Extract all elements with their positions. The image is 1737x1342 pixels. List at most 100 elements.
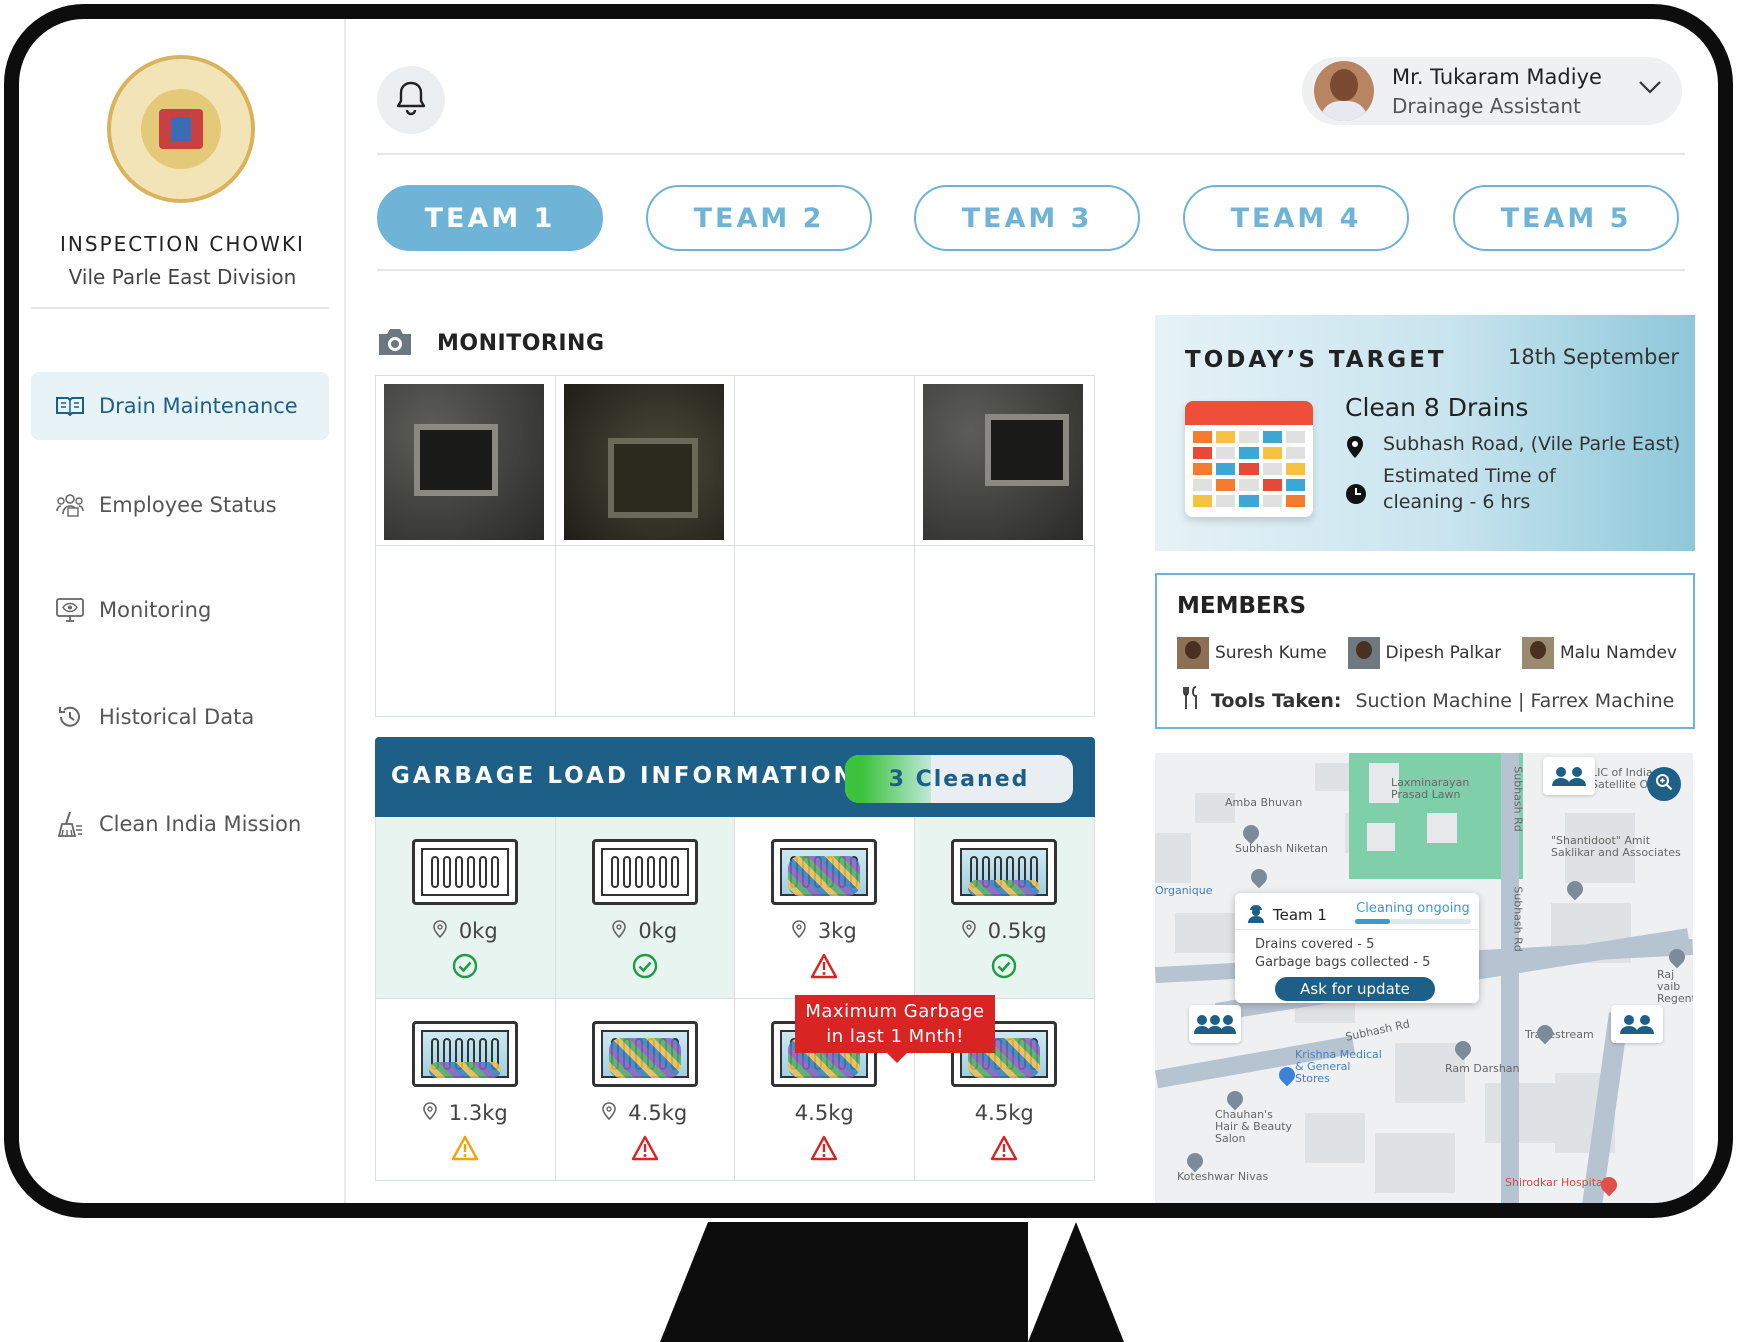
camera-feed-5[interactable] <box>376 546 556 716</box>
location-pin-icon <box>433 919 447 943</box>
tab-team-2[interactable]: TEAM 2 <box>646 185 872 251</box>
sidebar-item-employee-status[interactable]: Employee Status <box>31 471 329 539</box>
tools-icon <box>1181 685 1201 716</box>
location-pin-icon <box>612 919 627 943</box>
drain-grate-icon <box>412 839 518 905</box>
camera-feed-1[interactable] <box>376 376 556 546</box>
monitor-stand-right <box>1028 1222 1124 1342</box>
drain-status-cell[interactable]: 3kg <box>735 817 915 999</box>
avatar <box>1314 61 1374 121</box>
garbage-weight: 4.5kg <box>974 1100 1034 1125</box>
camera-feed-7[interactable] <box>735 546 915 716</box>
cleaned-label: 3 Cleaned <box>888 766 1030 792</box>
bell-icon <box>395 80 427 120</box>
drain-grate-icon <box>412 1020 518 1087</box>
tab-team-4[interactable]: TEAM 4 <box>1183 185 1409 251</box>
team-marker-icon[interactable] <box>1611 1005 1663 1043</box>
camera-feed-4[interactable] <box>914 376 1094 546</box>
camera-feed-6[interactable] <box>556 546 735 716</box>
member-item[interactable]: Malu Namdev <box>1522 637 1677 669</box>
zoom-search-icon <box>1655 773 1673 795</box>
sidebar-item-clean-india-mission[interactable]: Clean India Mission <box>31 790 329 858</box>
map-pin[interactable] <box>1239 821 1263 845</box>
broom-icon <box>55 811 85 837</box>
check-circle-icon <box>452 953 478 983</box>
camera-feed-8[interactable] <box>915 546 1095 716</box>
garbage-load-title: GARBAGE LOAD INFORMATION <box>391 763 856 789</box>
tab-team-5[interactable]: TEAM 5 <box>1453 185 1679 251</box>
sidebar: INSPECTION CHOWKI Vile Parle East Divisi… <box>19 19 346 1203</box>
sidebar-item-historical-data[interactable]: Historical Data <box>31 683 329 751</box>
location-pin-icon <box>602 1101 617 1125</box>
map-pin[interactable] <box>1247 865 1271 889</box>
sidebar-item-label: Monitoring <box>99 598 212 622</box>
history-icon <box>55 705 85 729</box>
logo-emblem <box>141 89 221 169</box>
garbage-weight: 4.5kg <box>794 1100 854 1125</box>
camera-feed-3[interactable] <box>735 376 915 546</box>
target-location: Subhash Road, (Vile Parle East) <box>1345 433 1680 464</box>
worker-icon <box>1247 903 1265 927</box>
avatar <box>1347 637 1380 669</box>
notifications-button[interactable] <box>377 66 445 134</box>
map-label-raj: Raj vaib Regent <box>1657 968 1693 1005</box>
map-zoom-button[interactable] <box>1647 767 1681 801</box>
location-pin-icon <box>422 1101 437 1125</box>
check-circle-icon <box>991 953 1017 983</box>
camera-feed-2[interactable] <box>555 376 735 546</box>
alert-icon <box>631 1135 659 1165</box>
map-view[interactable]: Amba Bhuvan Subhash Niketan Laxminarayan… <box>1155 753 1693 1203</box>
garbage-weight: 1.3kg <box>448 1100 508 1125</box>
drain-status-cell[interactable]: 0kg <box>376 817 556 999</box>
drain-status-cell[interactable]: 0kg <box>555 817 735 999</box>
location-pin-icon <box>792 919 806 943</box>
garbage-weight: 0.5kg <box>987 919 1047 943</box>
drain-grate-icon <box>950 839 1057 905</box>
max-garbage-tooltip: Maximum Garbage in last 1 Mnth! <box>795 995 995 1063</box>
header-divider <box>377 153 1685 155</box>
clock-icon <box>1345 463 1367 510</box>
drain-status-cell[interactable]: 1.3kg <box>376 998 556 1180</box>
drain-status-cell[interactable]: 4.5kg <box>556 998 735 1180</box>
monitor-frame: INSPECTION CHOWKI Vile Parle East Divisi… <box>4 4 1733 1218</box>
target-location-text: Subhash Road, (Vile Parle East) <box>1383 433 1681 455</box>
alert-icon <box>810 1135 838 1165</box>
sidebar-item-label: Historical Data <box>99 705 255 729</box>
member-item[interactable]: Dipesh Palkar <box>1347 637 1501 669</box>
app-screen: INSPECTION CHOWKI Vile Parle East Divisi… <box>19 19 1718 1203</box>
target-title: TODAY’S TARGET <box>1185 347 1447 373</box>
target-time-line2: cleaning - 6 hrs <box>1383 491 1531 513</box>
map-label-ramdarshan: Ram Darshan <box>1445 1062 1520 1075</box>
target-date: 18th September <box>1507 345 1679 369</box>
check-circle-icon <box>632 953 658 983</box>
sidebar-divider <box>31 307 329 309</box>
team-marker-icon[interactable] <box>1543 757 1595 795</box>
calendar-icon <box>1185 401 1313 517</box>
tab-team-1[interactable]: TEAM 1 <box>377 185 603 251</box>
map-label-laxmi: Laxminarayan Prasad Lawn <box>1391 776 1470 801</box>
monitoring-title: MONITORING <box>437 331 605 356</box>
map-label-chauhan: Chauhan's Hair & Beauty Salon <box>1215 1108 1293 1145</box>
tab-team-3[interactable]: TEAM 3 <box>914 185 1140 251</box>
book-icon <box>55 394 85 418</box>
map-pin[interactable] <box>1223 1087 1247 1111</box>
member-name: Suresh Kume <box>1215 643 1327 663</box>
sidebar-item-monitoring[interactable]: Monitoring <box>31 576 329 644</box>
ask-for-update-button[interactable]: Ask for update <box>1275 977 1435 1001</box>
sidebar-item-drain-maintenance[interactable]: Drain Maintenance <box>31 372 329 440</box>
map-label-organique: Organique <box>1155 884 1213 897</box>
map-label-krishna: Krishna Medical & General Stores <box>1295 1048 1382 1085</box>
monitoring-grid <box>375 375 1095 717</box>
user-profile-menu[interactable]: Mr. Tukaram Madiye Drainage Assistant <box>1302 57 1682 125</box>
org-title: INSPECTION CHOWKI <box>60 232 305 256</box>
garbage-weight: 4.5kg <box>628 1100 688 1125</box>
drain-status-cell[interactable]: 0.5kg <box>914 817 1094 999</box>
sidebar-item-label: Clean India Mission <box>99 812 302 836</box>
garbage-load-header: GARBAGE LOAD INFORMATION 3 Cleaned <box>375 737 1095 817</box>
popup-team-name: Team 1 <box>1273 906 1327 924</box>
map-pin[interactable] <box>1183 1149 1207 1173</box>
member-item[interactable]: Suresh Kume <box>1177 637 1327 669</box>
team-marker-icon[interactable] <box>1189 1005 1241 1043</box>
popup-status: Cleaning ongoing <box>1355 901 1471 924</box>
map-label-niketan: Subhash Niketan <box>1235 842 1328 855</box>
